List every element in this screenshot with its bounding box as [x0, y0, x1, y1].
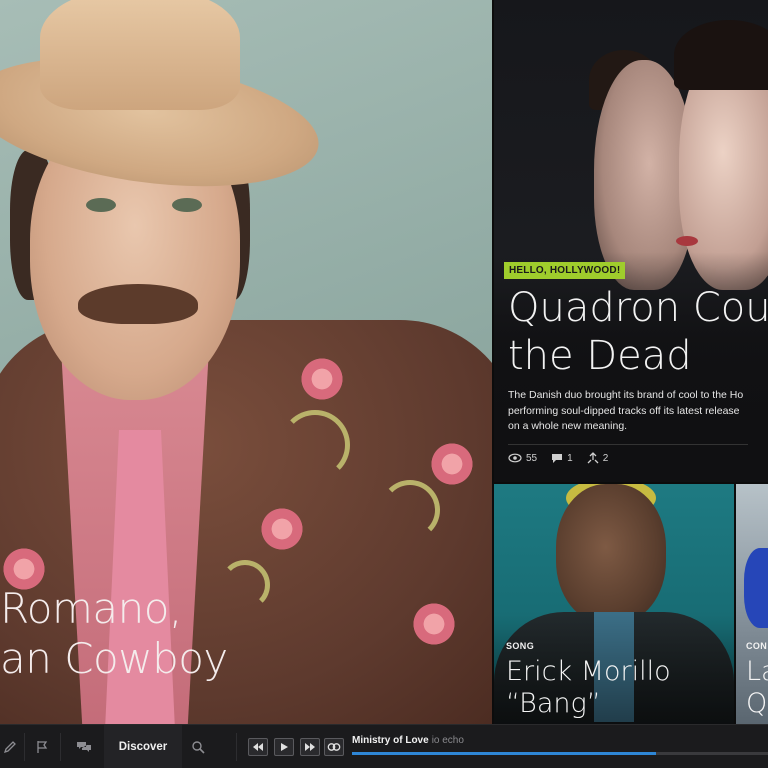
chat-bubbles-icon[interactable] — [74, 737, 94, 757]
discover-button[interactable]: Discover — [104, 725, 182, 768]
fast-forward-icon — [305, 743, 315, 751]
hero-image-vine — [380, 480, 440, 540]
hero-image-vine — [280, 410, 350, 480]
share-icon — [587, 452, 599, 464]
feature-stats: 55 1 2 — [508, 452, 608, 464]
bottom-toolbar: Discover Ministry of Love io echo — [0, 724, 768, 768]
playback-progress-bar[interactable] — [352, 752, 768, 755]
hero-image-eye — [86, 198, 116, 212]
song-headline-line2: “Bang” — [506, 688, 601, 719]
partial-tile-headline-line2: Q — [746, 688, 768, 719]
comment-icon — [552, 453, 563, 463]
comments-count: 1 — [567, 452, 573, 464]
hero-image-flower — [258, 505, 306, 553]
feature-description-line1: The Danish duo brought its brand of cool… — [508, 389, 744, 401]
play-icon — [281, 743, 288, 751]
feature-headline-line1: Quadron Cou — [508, 285, 768, 331]
views-count: 55 — [526, 452, 538, 464]
partial-tile-headline[interactable]: La Q — [746, 656, 768, 720]
toolbar-separator — [236, 733, 237, 761]
song-image-face — [556, 484, 666, 624]
fast-forward-button[interactable] — [300, 738, 320, 756]
hero-headline-line2: an Cowboy — [0, 634, 228, 683]
hero-image-eye — [172, 198, 202, 212]
partial-tile-headline-line1: La — [746, 656, 768, 687]
feature-image-lips — [676, 236, 698, 246]
rewind-button[interactable] — [248, 738, 268, 756]
views-stat[interactable]: 55 — [508, 453, 537, 464]
hero-image-flower — [298, 355, 346, 403]
song-headline[interactable]: Erick Morillo “Bang” — [506, 656, 671, 720]
hero-image-flower — [410, 600, 458, 648]
feature-description-line2: performing soul-dipped tracks off its la… — [508, 404, 740, 417]
rewind-icon — [253, 743, 263, 751]
toolbar-separator — [24, 733, 25, 761]
partial-tile-category-label: CON — [746, 641, 768, 651]
toolbar-separator — [60, 733, 61, 761]
hero-image-mustache — [78, 284, 198, 324]
now-playing-title: Ministry of Love — [352, 735, 429, 746]
loop-icon — [327, 743, 341, 751]
song-story-tile[interactable]: SONG Erick Morillo “Bang” — [494, 484, 734, 724]
play-button[interactable] — [274, 738, 294, 756]
feature-description-line3: on a whole new meaning. — [508, 420, 628, 432]
feature-divider — [508, 444, 748, 445]
feature-description: The Danish duo brought its brand of cool… — [508, 388, 768, 435]
partial-tile-image — [744, 548, 768, 628]
category-badge: HELLO, HOLLYWOOD! — [504, 262, 626, 279]
feature-image-hair — [674, 20, 768, 90]
song-headline-line1: Erick Morillo — [506, 656, 671, 687]
pencil-icon[interactable] — [0, 737, 20, 757]
now-playing-artist: io echo — [431, 735, 464, 746]
hero-headline-line1: Romano, — [0, 584, 182, 633]
search-icon[interactable] — [188, 737, 208, 757]
hero-headline[interactable]: Romano, an Cowboy — [0, 584, 228, 684]
feature-headline[interactable]: Quadron Cou the Dead — [508, 284, 768, 380]
feature-headline-line2: the Dead — [508, 333, 692, 379]
hero-image-flower — [428, 440, 476, 488]
flag-icon[interactable] — [32, 737, 52, 757]
comments-stat[interactable]: 1 — [551, 453, 573, 464]
now-playing[interactable]: Ministry of Love io echo — [352, 735, 464, 746]
hero-story-tile[interactable]: Romano, an Cowboy — [0, 0, 492, 724]
featured-story-tile[interactable]: HELLO, HOLLYWOOD! Quadron Cou the Dead T… — [494, 0, 768, 482]
hero-image-hat-crown — [40, 0, 240, 110]
partial-story-tile[interactable]: CON La Q — [736, 484, 768, 724]
shares-count: 2 — [602, 452, 609, 464]
playback-progress-fill — [352, 752, 656, 755]
loop-button[interactable] — [324, 738, 344, 756]
song-category-label: SONG — [506, 641, 535, 651]
shares-stat[interactable]: 2 — [587, 452, 609, 464]
eye-icon — [508, 453, 522, 463]
